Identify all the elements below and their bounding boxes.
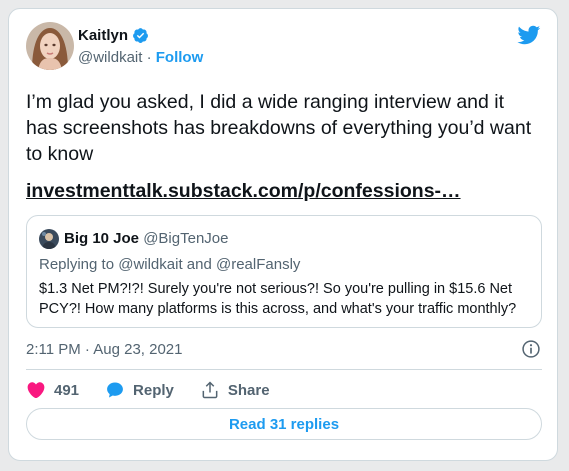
- reply-button[interactable]: Reply: [105, 380, 174, 400]
- share-icon: [202, 381, 218, 399]
- author-name-text[interactable]: Kaitlyn: [78, 27, 128, 44]
- quoted-tweet[interactable]: Big 10 Joe @BigTenJoe Replying to @wildk…: [26, 215, 542, 328]
- read-replies-label: Read 31 replies: [228, 415, 340, 433]
- tweet-card: Kaitlyn @wildkait · Follow I’m glad you …: [8, 8, 558, 461]
- reply-label: Reply: [133, 381, 174, 399]
- divider: [26, 369, 542, 370]
- quoted-text: $1.3 Net PM?!?! Surely you're not seriou…: [39, 281, 517, 317]
- action-bar: 491 Reply Share: [26, 377, 296, 403]
- tweet-text: I’m glad you asked, I did a wide ranging…: [26, 91, 532, 165]
- info-icon[interactable]: [521, 339, 541, 359]
- reply-bubble-icon: [107, 382, 123, 398]
- share-button[interactable]: Share: [200, 380, 270, 400]
- follow-button[interactable]: Follow: [156, 49, 204, 66]
- read-replies-button[interactable]: Read 31 replies: [26, 408, 542, 440]
- share-label: Share: [227, 381, 270, 399]
- verified-badge-icon: [133, 28, 148, 43]
- tweet-link[interactable]: investmenttalk.substack.com/p/confession…: [26, 180, 461, 203]
- quoted-author-name[interactable]: Big 10 Joe: [64, 230, 139, 247]
- quoted-avatar[interactable]: [39, 229, 59, 249]
- twitter-bird-icon[interactable]: [515, 23, 542, 47]
- quoted-header: Big 10 Joe @BigTenJoe: [64, 230, 228, 247]
- tweet-timestamp[interactable]: 2:11 PM · Aug 23, 2021: [26, 341, 183, 358]
- author-name[interactable]: Kaitlyn: [78, 27, 149, 44]
- quoted-replying-to: Replying to @wildkait and @realFansly: [39, 256, 301, 273]
- handle-separator: ·: [146, 49, 152, 66]
- quoted-author-handle[interactable]: @BigTenJoe: [143, 230, 228, 247]
- author-handle-row: @wildkait · Follow: [78, 49, 203, 66]
- heart-icon: [27, 382, 45, 399]
- author-avatar[interactable]: [26, 22, 74, 70]
- like-count: 491: [54, 381, 80, 399]
- author-handle[interactable]: @wildkait: [78, 49, 142, 66]
- like-button[interactable]: 491: [26, 380, 79, 400]
